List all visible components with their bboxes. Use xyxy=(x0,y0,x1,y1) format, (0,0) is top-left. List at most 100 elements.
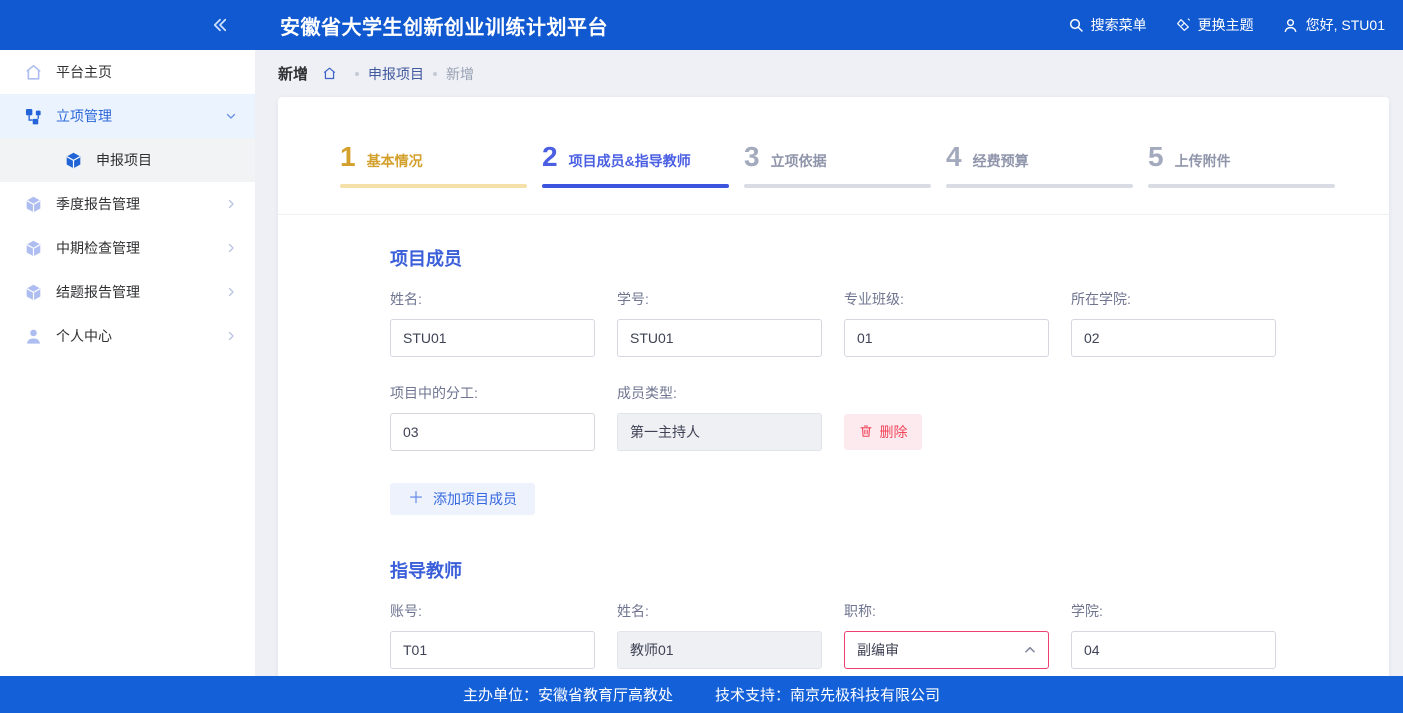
member-class-input[interactable] xyxy=(844,319,1049,357)
step-progress-bar xyxy=(340,184,527,188)
page-footer: 主办单位：安徽省教育厅高教处 技术支持：南京先极科技有限公司 xyxy=(0,676,1403,713)
user-icon xyxy=(1282,17,1299,34)
sidebar-item-label: 平台主页 xyxy=(56,62,112,82)
member-name-input[interactable] xyxy=(390,319,595,357)
delete-member-label: 删除 xyxy=(880,422,908,442)
cube-icon xyxy=(64,151,83,170)
main-content: 新增 申报项目 新增 1 基本情况 2 项目成员&指导教师 xyxy=(255,50,1403,713)
change-theme-button[interactable]: 更换主题 xyxy=(1175,15,1254,35)
step-number: 3 xyxy=(744,143,760,171)
step-label: 立项依据 xyxy=(771,151,827,171)
field-label: 所在学院: xyxy=(1071,289,1276,309)
search-menu-button[interactable]: 搜索菜单 xyxy=(1068,15,1147,35)
search-icon xyxy=(1068,17,1084,33)
member-student-id-input[interactable] xyxy=(617,319,822,357)
step-progress-bar xyxy=(744,184,931,188)
field-member-student-id: 学号: xyxy=(617,289,822,357)
field-label: 姓名: xyxy=(390,289,595,309)
app-title: 安徽省大学生创新创业训练计划平台 xyxy=(255,11,1068,40)
advisor-title-value: 副编审 xyxy=(857,640,899,660)
sidebar-item-personal-center[interactable]: 个人中心 xyxy=(0,314,255,358)
page-title: 新增 xyxy=(278,63,308,84)
sidebar-item-home[interactable]: 平台主页 xyxy=(0,50,255,94)
person-icon xyxy=(24,327,43,346)
member-role-input[interactable] xyxy=(390,413,595,451)
step-label: 上传附件 xyxy=(1175,151,1231,171)
cube-icon xyxy=(24,195,43,214)
field-label: 项目中的分工: xyxy=(390,383,595,403)
advisor-college-input[interactable] xyxy=(1071,631,1276,669)
chevron-right-icon xyxy=(225,286,237,298)
member-fields-row-2: 项目中的分工: 成员类型: 删除 xyxy=(390,383,1389,451)
field-advisor-title: 职称: 副编审 xyxy=(844,601,1049,669)
field-label: 专业班级: xyxy=(844,289,1049,309)
step-1-basic-info[interactable]: 1 基本情况 xyxy=(340,143,527,188)
section-heading-advisors: 指导教师 xyxy=(390,557,1389,583)
step-4-budget[interactable]: 4 经费预算 xyxy=(946,143,1133,188)
step-progress-bar xyxy=(1148,184,1335,188)
section-heading-members: 项目成员 xyxy=(390,245,1389,271)
step-label: 基本情况 xyxy=(367,151,423,171)
advisor-account-input[interactable] xyxy=(390,631,595,669)
sidebar-item-final-report[interactable]: 结题报告管理 xyxy=(0,270,255,314)
sidebar-item-declare-project[interactable]: 申报项目 xyxy=(0,138,255,182)
sidebar-collapse-icon[interactable] xyxy=(211,16,229,34)
add-member-button[interactable]: ＋ 添加项目成员 xyxy=(390,483,535,515)
step-2-members-advisors[interactable]: 2 项目成员&指导教师 xyxy=(542,143,729,188)
step-5-attachments[interactable]: 5 上传附件 xyxy=(1148,143,1335,188)
chevron-right-icon xyxy=(225,198,237,210)
add-member-label: 添加项目成员 xyxy=(433,489,517,509)
advisor-title-select[interactable]: 副编审 xyxy=(844,631,1049,669)
member-type-input xyxy=(617,413,822,451)
breadcrumb-home-icon[interactable] xyxy=(322,66,337,81)
field-member-college: 所在学院: xyxy=(1071,289,1276,357)
user-menu[interactable]: 您好, STU01 xyxy=(1282,15,1385,35)
home-icon xyxy=(24,63,43,82)
sidebar-item-label: 个人中心 xyxy=(56,326,112,346)
sidebar: 平台主页 立项管理 申报项目 季度报告管理 中期检查管理 xyxy=(0,50,255,676)
sidebar-item-midterm-check[interactable]: 中期检查管理 xyxy=(0,226,255,270)
delete-member-button[interactable]: 删除 xyxy=(844,414,922,450)
theme-brush-icon xyxy=(1175,17,1191,33)
step-2-form: 项目成员 姓名: 学号: 专业班级: 所在学院: xyxy=(278,215,1389,713)
field-member-role: 项目中的分工: xyxy=(390,383,595,451)
cube-icon xyxy=(24,239,43,258)
breadcrumb-link-declare-project[interactable]: 申报项目 xyxy=(368,64,424,84)
step-number: 1 xyxy=(340,143,356,171)
field-label: 职称: xyxy=(844,601,1049,621)
header-actions: 搜索菜单 更换主题 您好, STU01 xyxy=(1068,15,1403,35)
sidebar-item-project-management[interactable]: 立项管理 xyxy=(0,94,255,138)
field-advisor-name: 姓名: xyxy=(617,601,822,669)
app-header: 安徽省大学生创新创业训练计划平台 搜索菜单 更换主题 您好, STU01 xyxy=(0,0,1403,50)
chevron-down-icon xyxy=(225,110,237,122)
advisor-name-input xyxy=(617,631,822,669)
field-member-name: 姓名: xyxy=(390,289,595,357)
step-label: 项目成员&指导教师 xyxy=(569,151,691,171)
field-label: 账号: xyxy=(390,601,595,621)
step-number: 5 xyxy=(1148,143,1164,171)
user-greeting: 您好, STU01 xyxy=(1306,15,1385,35)
sidebar-item-label: 立项管理 xyxy=(56,106,112,126)
change-theme-label: 更换主题 xyxy=(1198,15,1254,35)
trash-icon xyxy=(859,424,873,441)
field-member-type: 成员类型: xyxy=(617,383,822,451)
step-progress-bar xyxy=(542,184,729,188)
field-member-class: 专业班级: xyxy=(844,289,1049,357)
sitemap-icon xyxy=(24,107,43,126)
field-label: 成员类型: xyxy=(617,383,822,403)
breadcrumb-separator xyxy=(433,72,437,76)
sidebar-item-label: 结题报告管理 xyxy=(56,282,140,302)
chevron-right-icon xyxy=(225,330,237,342)
breadcrumb-separator xyxy=(355,72,359,76)
wizard-stepper: 1 基本情况 2 项目成员&指导教师 3 立项依据 xyxy=(278,97,1389,215)
field-label: 学院: xyxy=(1071,601,1276,621)
member-college-input[interactable] xyxy=(1071,319,1276,357)
search-menu-label: 搜索菜单 xyxy=(1091,15,1147,35)
sidebar-header xyxy=(0,16,255,34)
step-3-project-basis[interactable]: 3 立项依据 xyxy=(744,143,931,188)
sidebar-item-label: 中期检查管理 xyxy=(56,238,140,258)
sidebar-item-quarterly-report[interactable]: 季度报告管理 xyxy=(0,182,255,226)
step-number: 4 xyxy=(946,143,962,171)
field-label: 学号: xyxy=(617,289,822,309)
step-number: 2 xyxy=(542,143,558,171)
